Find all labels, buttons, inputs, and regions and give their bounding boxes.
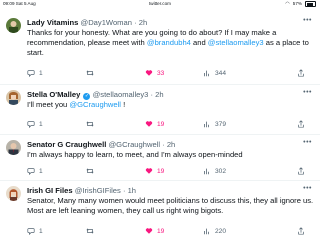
like-button[interactable]: 19 [145, 227, 164, 235]
like-button[interactable]: 33 [145, 69, 164, 77]
reply-button[interactable]: 1 [27, 227, 43, 235]
retweet-button[interactable] [86, 167, 94, 175]
reply-icon [27, 70, 35, 77]
share-icon [298, 167, 304, 175]
author-handle[interactable]: @IrishGIFiles [75, 186, 121, 195]
retweet-icon [86, 228, 94, 234]
tweet[interactable]: Senator G Craughwell @GCraughwell · 2h •… [0, 134, 320, 181]
share-button[interactable] [297, 227, 305, 235]
like-count: 33 [157, 69, 165, 77]
views-count: 302 [215, 167, 227, 175]
status-right: ◠ 57% [285, 0, 316, 8]
battery-percent: 57% [292, 1, 302, 6]
status-bar: 09:09 Sat 5 Aug twitter.com ◠ 57% [0, 0, 320, 8]
reply-button[interactable]: 1 [27, 120, 43, 128]
mention-link[interactable]: @stellaomalley3 [208, 38, 264, 47]
tweet-header: Lady Vitamins @Day1Woman · 2h [27, 18, 147, 27]
tweet-text: Senator, Many many women would meet poli… [27, 196, 314, 215]
tweet-actions: 1 33 344 [27, 69, 315, 78]
heart-icon [145, 228, 153, 234]
tweet-actions: 1 19 379 [27, 120, 315, 129]
author-handle[interactable]: @stellaomalley3 [93, 90, 149, 99]
views-button[interactable]: 220 [203, 227, 226, 235]
avatar[interactable] [6, 18, 21, 33]
tweet-actions: 1 19 220 [27, 227, 315, 236]
views-count: 379 [215, 120, 227, 128]
tweet[interactable]: Stella O'Malley ✓ @stellaomalley3 · 2h •… [0, 84, 320, 135]
tweet-text: I'm always happy to learn, to meet, and … [27, 150, 243, 159]
views-icon [204, 168, 209, 175]
like-count: 19 [157, 167, 165, 175]
tweet-text: Thanks for your honesty. What are you go… [27, 28, 309, 57]
reply-count: 1 [39, 227, 43, 235]
tweet[interactable]: Lady Vitamins @Day1Woman · 2h ••• Thanks… [0, 12, 320, 85]
share-icon [298, 120, 304, 128]
avatar[interactable] [6, 186, 21, 201]
author-name[interactable]: Senator G Craughwell [27, 140, 106, 149]
avatar[interactable] [6, 140, 21, 155]
author-handle[interactable]: @GCraughwell [108, 140, 160, 149]
reply-count: 1 [39, 69, 43, 77]
like-button[interactable]: 19 [145, 120, 164, 128]
more-icon[interactable]: ••• [303, 185, 312, 192]
author-handle[interactable]: @Day1Woman [80, 18, 131, 27]
retweet-icon [86, 70, 94, 76]
tweet-time[interactable]: · 1h [123, 186, 136, 195]
views-count: 220 [215, 227, 227, 235]
retweet-icon [86, 121, 94, 127]
tweet-header: Senator G Craughwell @GCraughwell · 2h [27, 140, 175, 149]
views-icon [204, 228, 209, 235]
wifi-icon: ◠ [285, 1, 290, 7]
views-button[interactable]: 344 [203, 69, 226, 77]
tweet-actions: 1 19 302 [27, 167, 315, 176]
share-button[interactable] [297, 167, 305, 175]
author-name[interactable]: Irish GI Files [27, 186, 73, 195]
reply-icon [27, 228, 35, 235]
verified-icon: ✓ [83, 93, 91, 100]
reply-icon [27, 121, 35, 128]
views-count: 344 [215, 69, 227, 77]
more-icon[interactable]: ••• [303, 17, 312, 24]
views-icon [204, 70, 209, 77]
retweet-button[interactable] [86, 69, 94, 77]
tweet-time[interactable]: · 2h [151, 90, 164, 99]
views-button[interactable]: 379 [203, 120, 226, 128]
tweet-time[interactable]: · 2h [134, 18, 147, 27]
more-icon[interactable]: ••• [303, 89, 312, 96]
tweet-time[interactable]: · 2h [162, 140, 175, 149]
retweet-button[interactable] [86, 120, 94, 128]
battery-icon [305, 1, 316, 7]
avatar[interactable] [6, 90, 21, 105]
heart-icon [145, 168, 153, 174]
like-count: 19 [157, 120, 165, 128]
reply-button[interactable]: 1 [27, 167, 43, 175]
share-button[interactable] [297, 69, 305, 77]
reply-count: 1 [39, 167, 43, 175]
reply-count: 1 [39, 120, 43, 128]
like-count: 19 [157, 227, 165, 235]
tweet[interactable]: Irish GI Files @IrishGIFiles · 1h ••• Se… [0, 180, 320, 240]
views-icon [204, 121, 209, 128]
like-button[interactable]: 19 [145, 167, 164, 175]
author-name[interactable]: Lady Vitamins [27, 18, 78, 27]
retweet-icon [86, 168, 94, 174]
reply-icon [27, 168, 35, 175]
more-icon[interactable]: ••• [303, 139, 312, 146]
mention-link[interactable]: @brandubh4 [147, 38, 191, 47]
reply-button[interactable]: 1 [27, 69, 43, 77]
mention-link[interactable]: @GCraughwell [69, 100, 121, 109]
views-button[interactable]: 302 [203, 167, 226, 175]
heart-icon [145, 70, 153, 76]
author-name[interactable]: Stella O'Malley [27, 90, 80, 99]
share-button[interactable] [297, 120, 305, 128]
tweet-header: Stella O'Malley ✓ @stellaomalley3 · 2h [27, 90, 164, 100]
url-label[interactable]: twitter.com [0, 0, 320, 8]
tweet-text: I'll meet you @GCraughwell ! [27, 100, 126, 109]
share-icon [298, 227, 304, 235]
retweet-button[interactable] [86, 227, 94, 235]
tweet-header: Irish GI Files @IrishGIFiles · 1h [27, 186, 136, 195]
heart-icon [145, 121, 153, 127]
share-icon [298, 69, 304, 77]
